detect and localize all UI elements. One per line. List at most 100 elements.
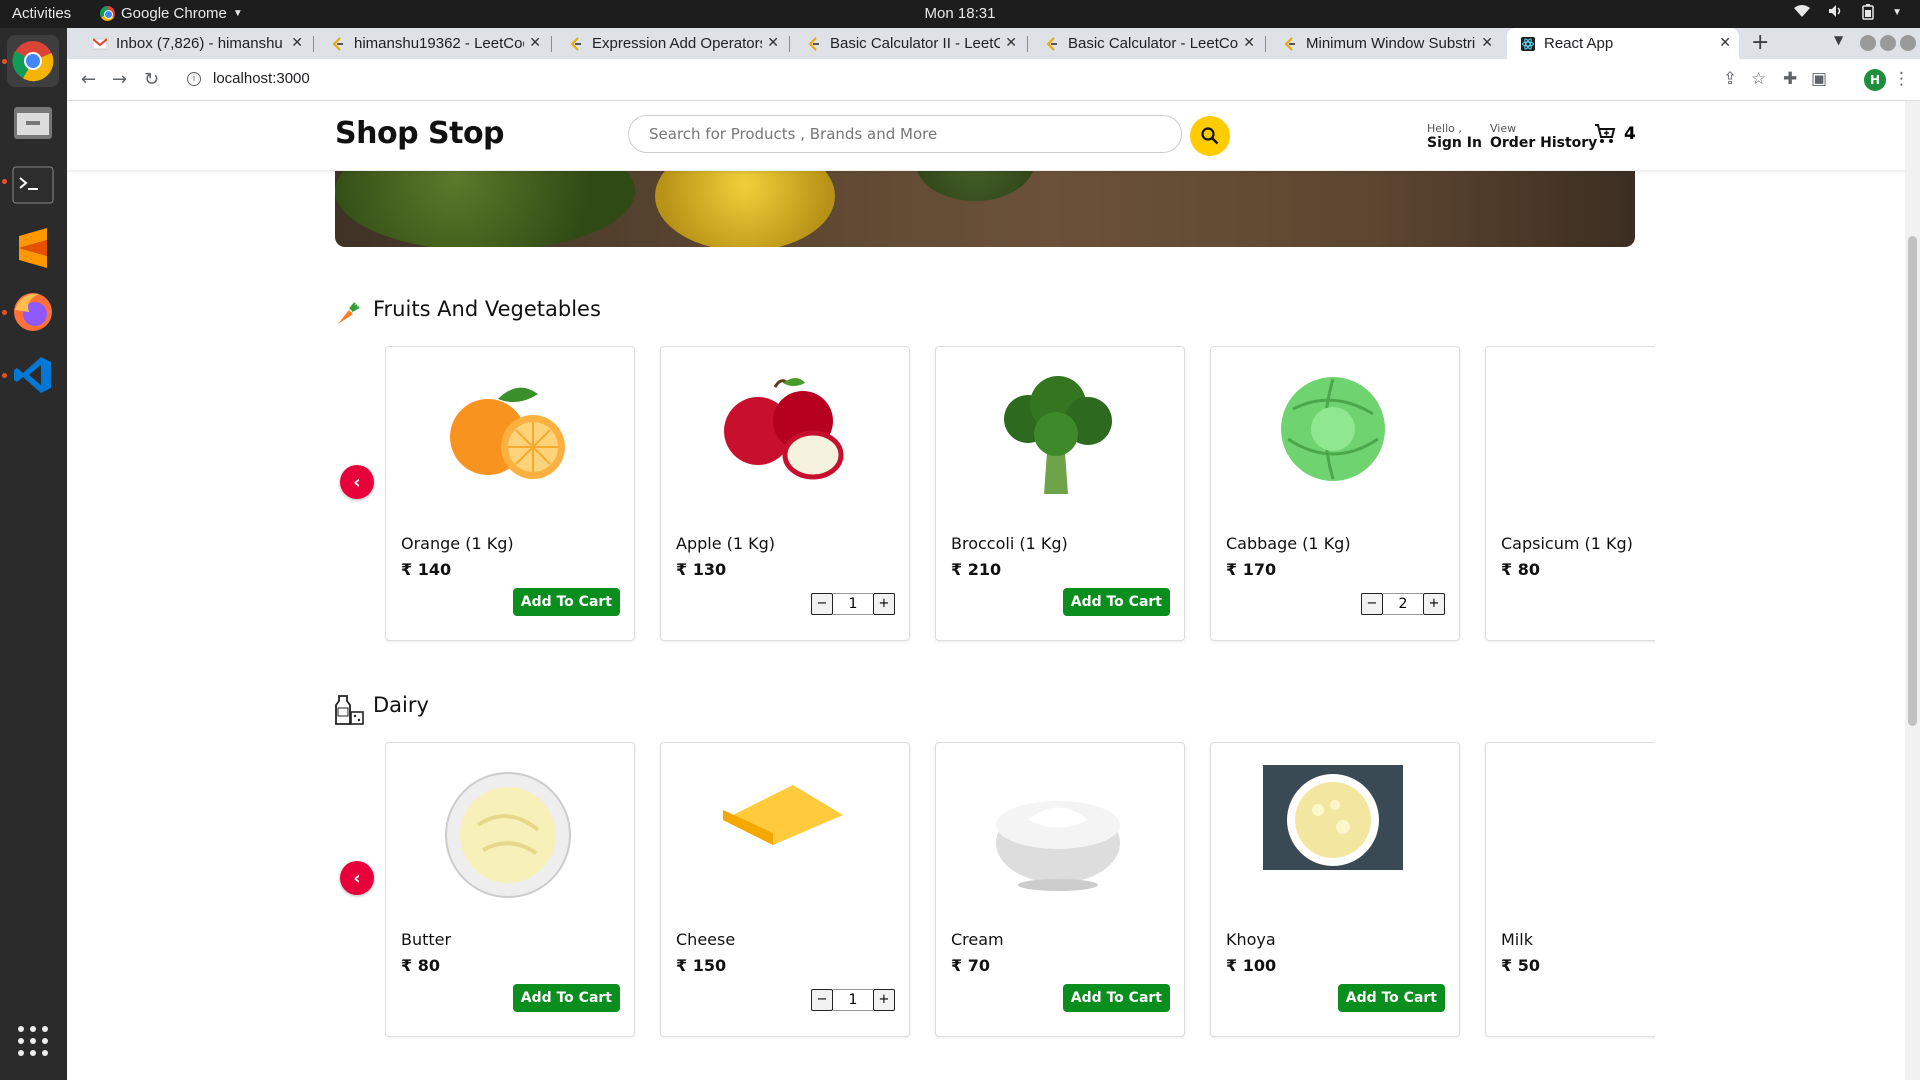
sign-in-link[interactable]: Hello , Sign In <box>1427 122 1482 152</box>
new-tab-button[interactable]: + <box>1751 30 1769 55</box>
product-image[interactable] <box>988 369 1128 494</box>
carrot-icon <box>335 301 361 331</box>
clock[interactable]: Mon 18:31 <box>0 5 1920 22</box>
dairy-icon <box>335 694 365 730</box>
search-button[interactable] <box>1190 116 1230 156</box>
close-icon[interactable]: ✕ <box>291 34 303 51</box>
profile-avatar[interactable]: H <box>1864 69 1886 91</box>
system-tray[interactable]: ▼ <box>1794 4 1902 24</box>
show-applications-button[interactable] <box>7 1015 59 1067</box>
tab-label: himanshu19362 - LeetCode <box>354 35 524 52</box>
view-text: View <box>1490 122 1517 135</box>
close-window-button[interactable] <box>1900 35 1916 51</box>
decrement-button[interactable]: − <box>811 593 833 615</box>
product-image[interactable] <box>1538 765 1655 885</box>
scrollbar-thumb[interactable] <box>1908 236 1917 726</box>
browser-tab[interactable]: Basic Calculator II - LeetCode ✕ <box>793 28 1025 59</box>
product-card[interactable]: Cheese ₹ 150 −1 + <box>660 742 910 1037</box>
reload-button[interactable]: ↻ <box>144 69 159 90</box>
product-price: ₹ 50 <box>1501 956 1540 975</box>
increment-button[interactable]: + <box>873 593 895 615</box>
dock-files[interactable] <box>7 97 59 149</box>
product-image[interactable] <box>1263 369 1403 489</box>
product-card[interactable]: Khoya ₹ 100 Add To Cart <box>1210 742 1460 1037</box>
product-name: Milk <box>1501 930 1533 949</box>
browser-tab[interactable]: React App ✕ <box>1507 28 1739 59</box>
site-header: Shop Stop Hello , Sign In View Order His… <box>67 101 1905 171</box>
tab-separator <box>789 36 790 52</box>
add-to-cart-button[interactable]: Add To Cart <box>1062 588 1170 616</box>
close-icon[interactable]: ✕ <box>1719 34 1731 51</box>
product-card[interactable]: Milk ₹ 50 <box>1485 742 1655 1037</box>
search-input[interactable] <box>628 115 1182 153</box>
product-card[interactable]: Broccoli (1 Kg) ₹ 210 Add To Cart <box>935 346 1185 641</box>
running-indicator <box>2 59 7 64</box>
more-menu-icon[interactable]: ⋮ <box>1893 69 1910 89</box>
close-icon[interactable]: ✕ <box>767 34 779 51</box>
order-history-link[interactable]: View Order History <box>1490 122 1597 152</box>
browser-tab[interactable]: Inbox (7,826) - himanshu ✕ <box>79 28 311 59</box>
product-name: Butter <box>401 930 452 949</box>
quantity-stepper: −2 + <box>1361 593 1445 615</box>
page-scrollbar[interactable] <box>1905 101 1920 1080</box>
browser-tab[interactable]: himanshu19362 - LeetCode ✕ <box>317 28 549 59</box>
carousel-prev-button[interactable]: ‹ <box>340 465 374 499</box>
dock-vscode[interactable] <box>7 349 59 401</box>
running-indicator <box>2 310 7 315</box>
close-icon[interactable]: ✕ <box>1481 34 1493 51</box>
product-card[interactable]: Capsicum (1 Kg) ₹ 80 <box>1485 346 1655 641</box>
product-image[interactable] <box>438 369 578 489</box>
decrement-button[interactable]: − <box>811 989 833 1011</box>
increment-button[interactable]: + <box>873 989 895 1011</box>
product-image[interactable] <box>1263 765 1403 885</box>
site-logo[interactable]: Shop Stop <box>335 116 505 151</box>
dock-chrome[interactable] <box>7 35 59 87</box>
dock-sublime[interactable] <box>7 223 59 275</box>
tab-search-icon[interactable]: ▼ <box>1834 33 1843 47</box>
forward-button[interactable]: → <box>112 69 127 90</box>
add-to-cart-button[interactable]: Add To Cart <box>1062 984 1170 1012</box>
add-to-cart-button[interactable]: Add To Cart <box>1337 984 1445 1012</box>
browser-tab[interactable]: Expression Add Operators ✕ <box>555 28 787 59</box>
back-button[interactable]: ← <box>81 69 96 90</box>
product-image[interactable] <box>438 765 578 898</box>
carousel-prev-button[interactable]: ‹ <box>340 861 374 895</box>
address-bar[interactable]: i localhost:3000 <box>175 64 1715 94</box>
decrement-button[interactable]: − <box>1361 593 1383 615</box>
product-card[interactable]: Cabbage (1 Kg) ₹ 170 −2 + <box>1210 346 1460 641</box>
dock <box>0 28 67 1080</box>
extensions-icon[interactable]: ✚ <box>1783 69 1797 89</box>
product-image[interactable] <box>713 765 853 885</box>
sublime-text-icon <box>19 228 47 268</box>
toolbar: ← → ↻ i localhost:3000 ⇪ ☆ ✚ ▣ H ⋮ <box>67 59 1920 101</box>
maximize-button[interactable] <box>1880 35 1896 51</box>
increment-button[interactable]: + <box>1423 593 1445 615</box>
close-icon[interactable]: ✕ <box>1005 34 1017 51</box>
product-card[interactable]: Butter ₹ 80 Add To Cart <box>385 742 635 1037</box>
close-icon[interactable]: ✕ <box>529 34 541 51</box>
add-to-cart-button[interactable]: Add To Cart <box>512 984 620 1012</box>
product-image[interactable] <box>988 765 1128 891</box>
product-price: ₹ 210 <box>951 560 1002 579</box>
product-card[interactable]: Apple (1 Kg) ₹ 130 −1 + <box>660 346 910 641</box>
add-to-cart-button[interactable]: Add To Cart <box>512 588 620 616</box>
share-icon[interactable]: ⇪ <box>1723 69 1737 89</box>
side-panel-icon[interactable]: ▣ <box>1811 69 1827 89</box>
close-icon[interactable]: ✕ <box>1243 34 1255 51</box>
cart-button[interactable]: 4 <box>1594 123 1636 145</box>
bookmark-star-icon[interactable]: ☆ <box>1751 69 1766 89</box>
dock-terminal[interactable] <box>7 159 59 211</box>
browser-tab[interactable]: Basic Calculator - LeetCode ✕ <box>1031 28 1263 59</box>
minimize-button[interactable] <box>1860 35 1876 51</box>
product-image[interactable] <box>713 369 853 489</box>
sign-in-label: Sign In <box>1427 135 1482 151</box>
order-history-label: Order History <box>1490 135 1598 151</box>
product-card[interactable]: Orange (1 Kg) ₹ 140 Add To Cart <box>385 346 635 641</box>
product-image[interactable] <box>1538 369 1655 489</box>
product-card[interactable]: Cream ₹ 70 Add To Cart <box>935 742 1185 1037</box>
site-info-icon[interactable]: i <box>187 72 201 86</box>
quantity-value: 1 <box>833 989 873 1011</box>
dock-firefox[interactable] <box>7 286 59 338</box>
browser-tab[interactable]: Minimum Window Substring ✕ <box>1269 28 1501 59</box>
hero-banner <box>335 171 1635 247</box>
